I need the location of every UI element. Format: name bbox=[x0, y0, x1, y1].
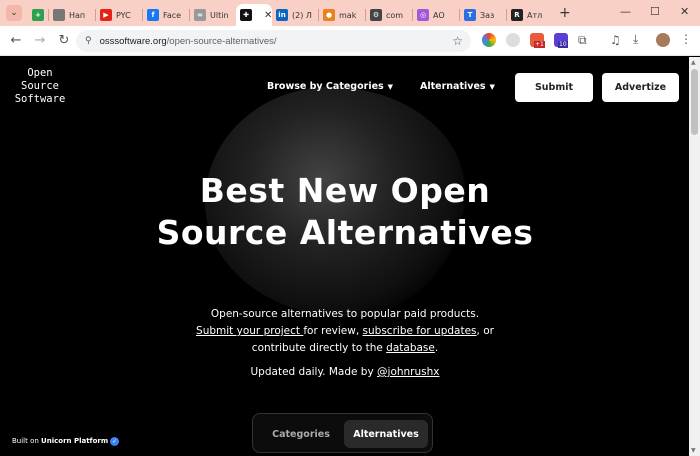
tab-categories[interactable]: Categories bbox=[259, 420, 343, 448]
scrollbar-thumb[interactable] bbox=[691, 69, 698, 135]
forward-arrow-icon[interactable]: → bbox=[28, 33, 52, 48]
tab-title: (2) Л bbox=[292, 10, 312, 20]
hero-subtitle: Open-source alternatives to popular paid… bbox=[160, 306, 530, 357]
built-platform: Unicorn Platform bbox=[41, 437, 109, 445]
tab-search-button[interactable]: ⌄ bbox=[6, 5, 22, 21]
database-link[interactable]: database bbox=[386, 342, 435, 354]
puzzle-icon[interactable]: ⧉ bbox=[578, 33, 587, 48]
tab-list: + Нап ▶ PYC f Face ∞ Ultin ✚ ✕ in (2) Л ● mak ⚙ com ◎ AO T… bbox=[28, 0, 553, 26]
browser-tab[interactable]: ⚙ com bbox=[366, 4, 412, 26]
browser-tab[interactable]: ✚ ✕ bbox=[236, 4, 272, 26]
tab-favicon-icon: ◎ bbox=[417, 9, 429, 21]
browser-tab[interactable]: R Атл bbox=[507, 4, 553, 26]
browser-tab[interactable]: Нап bbox=[49, 4, 95, 26]
reload-icon[interactable]: ↻ bbox=[52, 33, 76, 48]
logo-line: Software bbox=[14, 93, 66, 105]
close-window-button[interactable]: ✕ bbox=[680, 5, 689, 18]
media-icon[interactable]: ♫ bbox=[610, 33, 621, 47]
caret-down-icon: ▼ bbox=[387, 83, 394, 91]
browser-tab[interactable]: ▶ PYC bbox=[96, 4, 142, 26]
tab-title: Заз bbox=[480, 10, 495, 20]
tab-favicon-icon: R bbox=[511, 9, 523, 21]
hero-title: Best New Open Source Alternatives bbox=[156, 171, 534, 252]
tab-title: AO bbox=[433, 10, 445, 20]
nav-alternatives-label: Alternatives bbox=[420, 81, 486, 92]
page-viewport: Open Source Software Browse by Categorie… bbox=[0, 57, 689, 456]
url-path: /open-source-alternatives/ bbox=[166, 35, 277, 47]
hero-text-or: , or bbox=[476, 325, 494, 337]
maximize-button[interactable]: ☐ bbox=[650, 5, 660, 18]
hero-text-contribute: contribute directly to the bbox=[251, 342, 387, 354]
extension-icon[interactable] bbox=[506, 33, 520, 47]
tab-favicon-icon: in bbox=[276, 9, 288, 21]
tab-favicon-icon: ✚ bbox=[240, 9, 252, 21]
subscribe-link[interactable]: subscribe for updates bbox=[363, 325, 477, 337]
browser-tab[interactable]: ◎ AO bbox=[413, 4, 459, 26]
tab-favicon-icon: + bbox=[32, 9, 44, 21]
author-link[interactable]: @johnrushx bbox=[377, 366, 439, 378]
new-tab-button[interactable]: + bbox=[559, 5, 571, 21]
built-prefix: Built on bbox=[12, 437, 42, 445]
browser-tab[interactable]: + bbox=[28, 4, 48, 26]
hero-text-period: . bbox=[434, 342, 439, 354]
verified-check-icon: ✓ bbox=[110, 437, 120, 446]
bookmark-star-icon[interactable]: ☆ bbox=[452, 34, 463, 48]
logo-line: Source bbox=[21, 80, 59, 92]
built-on-badge[interactable]: Built on Unicorn Platform ✓ bbox=[12, 437, 120, 446]
nav-browse-categories[interactable]: Browse by Categories ▼ bbox=[267, 81, 393, 92]
tab-favicon-icon: ● bbox=[323, 9, 335, 21]
tab-favicon-icon bbox=[53, 9, 65, 21]
tab-favicon-icon: T bbox=[464, 9, 476, 21]
tab-title: Ultin bbox=[210, 10, 229, 20]
site-info-icon[interactable]: ⚲ bbox=[85, 36, 92, 46]
updated-prefix: Updated daily. Made by bbox=[250, 366, 378, 378]
view-toggle: Categories Alternatives bbox=[252, 413, 433, 453]
extension-badge-count: +1 bbox=[534, 41, 545, 48]
address-bar[interactable]: ⚲ osssoftware.org/open-source-alternativ… bbox=[76, 30, 471, 52]
site-logo[interactable]: Open Source Software bbox=[10, 67, 70, 106]
hero-text-review: for review, bbox=[303, 325, 363, 337]
profile-avatar[interactable] bbox=[656, 33, 670, 47]
logo-line: Open bbox=[27, 67, 53, 79]
tab-strip: ⌄ + Нап ▶ PYC f Face ∞ Ultin ✚ ✕ in (2) Л ● mak ⚙ com ◎ A… bbox=[0, 0, 700, 26]
menu-kebab-icon[interactable]: ⋮ bbox=[680, 32, 692, 46]
tab-alternatives[interactable]: Alternatives bbox=[344, 420, 428, 448]
browser-tab[interactable]: in (2) Л bbox=[272, 4, 318, 26]
scroll-down-icon[interactable]: ▼ bbox=[691, 447, 696, 454]
url-host: osssoftware.org bbox=[99, 35, 167, 47]
browser-tab[interactable]: ● mak bbox=[319, 4, 365, 26]
download-icon[interactable]: ⤓ bbox=[633, 32, 638, 47]
nav-alternatives[interactable]: Alternatives ▼ bbox=[420, 81, 495, 92]
browser-tab[interactable]: f Face bbox=[143, 4, 189, 26]
browser-tab[interactable]: ∞ Ultin bbox=[190, 4, 236, 26]
url-text[interactable]: osssoftware.org/open-source-alternatives… bbox=[100, 36, 277, 47]
page-scrollbar[interactable]: ▲ ▼ bbox=[689, 57, 700, 456]
submit-button[interactable]: Submit bbox=[515, 73, 593, 102]
tab-title: PYC bbox=[116, 10, 131, 20]
caret-down-icon: ▼ bbox=[489, 83, 495, 91]
submit-project-link[interactable]: Submit your project bbox=[196, 325, 303, 337]
close-tab-icon[interactable]: ✕ bbox=[264, 10, 272, 21]
updated-line: Updated daily. Made by @johnrushx bbox=[160, 366, 530, 378]
chevron-down-icon: ⌄ bbox=[10, 8, 18, 18]
tab-favicon-icon: ▶ bbox=[100, 9, 112, 21]
scroll-up-icon[interactable]: ▲ bbox=[691, 59, 696, 66]
extension-meter-count: 10 bbox=[558, 41, 568, 48]
tab-favicon-icon: f bbox=[147, 9, 159, 21]
nav-browse-label: Browse by Categories bbox=[267, 81, 384, 92]
tab-title: mak bbox=[339, 10, 357, 20]
tab-title: Face bbox=[163, 10, 182, 20]
hero-sub-line1: Open-source alternatives to popular paid… bbox=[210, 308, 480, 320]
advertize-button[interactable]: Advertize bbox=[602, 73, 679, 102]
chrome-extension-icon[interactable] bbox=[482, 33, 496, 47]
browser-toolbar: ← → ↻ ⚲ osssoftware.org/open-source-alte… bbox=[0, 26, 700, 56]
minimize-button[interactable]: — bbox=[620, 5, 631, 18]
back-arrow-icon[interactable]: ← bbox=[4, 33, 28, 48]
tab-title: com bbox=[386, 10, 404, 20]
tab-favicon-icon: ∞ bbox=[194, 9, 206, 21]
browser-tab[interactable]: T Заз bbox=[460, 4, 506, 26]
tab-favicon-icon: ⚙ bbox=[370, 9, 382, 21]
tab-title: Нап bbox=[69, 10, 86, 20]
tab-title: Атл bbox=[527, 10, 543, 20]
